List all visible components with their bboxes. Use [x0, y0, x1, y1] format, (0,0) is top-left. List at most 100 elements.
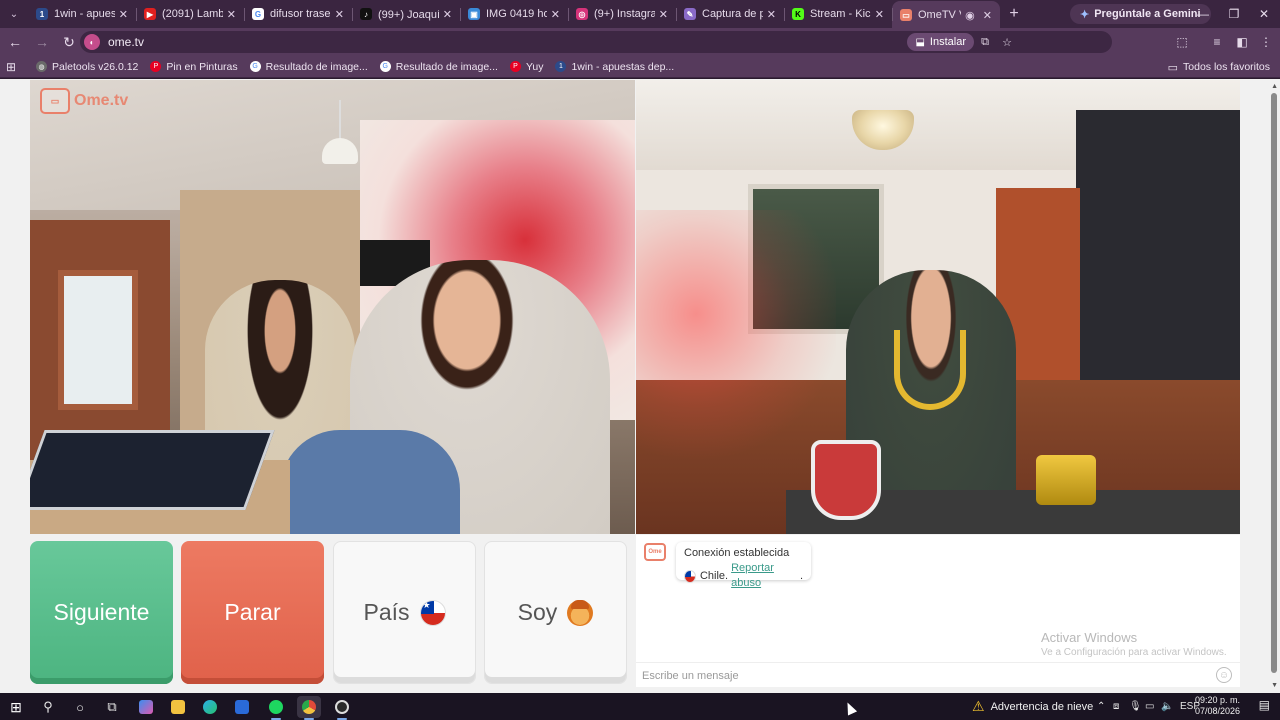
- tab-title: OmeTV Vide: [918, 9, 961, 21]
- new-tab-icon[interactable]: +: [1002, 5, 1026, 23]
- tab-title: Captura de panta: [702, 8, 763, 20]
- media-icon[interactable]: ≡: [1205, 30, 1229, 54]
- tab-ibb[interactable]: ▣ IMG 0419 hostec ✕: [460, 1, 568, 27]
- ibb-icon: ▣: [468, 8, 480, 20]
- page-scrollbar[interactable]: ▲ ▼: [1268, 79, 1280, 693]
- close-icon[interactable]: ✕: [443, 8, 452, 21]
- site-info-icon[interactable]: ◐: [84, 34, 100, 50]
- scroll-up-icon[interactable]: ▲: [1271, 83, 1278, 90]
- bookmark-label: Yuy: [525, 60, 544, 73]
- menu-icon[interactable]: ⋮: [1254, 30, 1278, 54]
- volume-icon[interactable]: 🔈: [1161, 693, 1173, 720]
- spotify-icon[interactable]: [264, 696, 288, 720]
- tab-instagram[interactable]: ◎ (9+) Instagram ✕: [568, 1, 676, 27]
- obs-icon[interactable]: [330, 696, 354, 720]
- system-message: Conexión establecida Chile. Reportar abu…: [676, 542, 811, 589]
- forward-icon[interactable]: →: [30, 30, 54, 54]
- restore-icon[interactable]: ❐: [1218, 0, 1250, 28]
- apps-grid-icon[interactable]: ⊞: [6, 60, 24, 74]
- edge-icon[interactable]: [198, 696, 222, 718]
- close-icon[interactable]: ✕: [767, 8, 776, 21]
- tab-tiktok[interactable]: ♪ (99+) Joaquín 🙏 ✕: [352, 1, 460, 27]
- stop-button[interactable]: Parar: [181, 541, 324, 684]
- copilot-icon[interactable]: [134, 696, 158, 718]
- tray-app-icon[interactable]: ⧈: [1113, 693, 1119, 720]
- url-text[interactable]: ome.tv: [108, 35, 144, 49]
- bookmark-star-icon[interactable]: ☆: [996, 31, 1018, 53]
- task-view-icon[interactable]: ⧉: [100, 696, 124, 718]
- close-icon[interactable]: ✕: [119, 8, 128, 21]
- gender-button[interactable]: Soy: [484, 541, 627, 684]
- file-explorer-icon[interactable]: [166, 696, 190, 718]
- address-bar[interactable]: ◐ ome.tv ⧉ ☆ ⬓ Instalar: [80, 31, 1112, 53]
- country-button[interactable]: País: [333, 541, 476, 684]
- report-abuse-link[interactable]: Reportar abuso: [731, 561, 800, 591]
- bookmark-label: Resultado de image...: [265, 60, 368, 73]
- stop-label: Parar: [224, 599, 281, 625]
- close-icon[interactable]: ✕: [335, 8, 344, 21]
- tab-captura[interactable]: ✎ Captura de panta ✕: [676, 1, 784, 27]
- close-icon[interactable]: ✕: [983, 9, 992, 22]
- window-close-icon[interactable]: ✕: [1248, 0, 1280, 28]
- tab-1win[interactable]: 1 1win - apuestas d ✕: [28, 1, 136, 27]
- store-icon[interactable]: [230, 696, 254, 718]
- bookmark-item[interactable]: G Resultado de image...: [379, 61, 498, 73]
- gemini-label: Pregúntale a Gemini: [1094, 8, 1201, 20]
- windows-start-icon[interactable]: ⊞: [4, 696, 28, 718]
- notification-icon[interactable]: ▤: [1259, 698, 1270, 712]
- tab-search-icon[interactable]: ⌄: [4, 4, 24, 24]
- cortana-icon[interactable]: ○: [68, 696, 92, 718]
- tab-google[interactable]: Gdifusor trasero a ✕: [244, 1, 352, 27]
- record-icon: ◉: [965, 9, 975, 22]
- close-icon[interactable]: ✕: [551, 8, 560, 21]
- tray-chevron-icon[interactable]: ⌃: [1097, 693, 1105, 720]
- tab-ometv[interactable]: ▭ OmeTV Vide ◉ ✕: [892, 1, 1000, 29]
- bookmarks-bar: ⊞ ◍ Paletools v26.0.12 P Pin en Pinturas G…: [0, 56, 1280, 78]
- tab-title: (9+) Instagram: [594, 8, 655, 20]
- google-icon: G: [249, 61, 261, 72]
- video-scene: [811, 440, 881, 520]
- gender-label: Soy: [517, 599, 558, 625]
- extensions-icon[interactable]: ⬚: [1170, 30, 1194, 54]
- scroll-down-icon[interactable]: ▼: [1271, 682, 1278, 689]
- scroll-thumb[interactable]: [1271, 93, 1277, 673]
- reload-icon[interactable]: ↻: [57, 30, 81, 54]
- emoji-icon[interactable]: ☺: [1216, 667, 1232, 683]
- weather-widget[interactable]: ⚠ Advertencia de nieve: [972, 693, 1093, 720]
- translate-icon[interactable]: ⧉: [974, 31, 996, 53]
- all-favorites-label: Todos los favoritos: [1183, 61, 1270, 73]
- close-icon[interactable]: ✕: [875, 8, 884, 21]
- close-icon[interactable]: ✕: [659, 8, 668, 21]
- tab-kick[interactable]: K Stream - Kick Da ✕: [784, 1, 892, 27]
- search-icon[interactable]: ⚲: [36, 696, 60, 718]
- close-icon[interactable]: ✕: [227, 8, 236, 21]
- profile-avatar[interactable]: ◧: [1230, 30, 1254, 54]
- ometv-icon: ▭: [900, 9, 912, 21]
- bookmark-item[interactable]: G Resultado de image...: [249, 60, 368, 73]
- connection-status: Conexión establecida: [684, 547, 790, 559]
- ometv-chat-icon: Ome: [644, 543, 666, 561]
- bookmark-item[interactable]: P Pin en Pinturas: [150, 61, 238, 73]
- back-icon[interactable]: ←: [3, 30, 27, 54]
- bookmark-item[interactable]: 1 1win - apuestas dep...: [555, 61, 674, 73]
- tab-youtube[interactable]: ▶ (2091) Lamborgh ✕: [136, 1, 244, 27]
- bookmark-item[interactable]: P Yuy: [509, 60, 544, 73]
- tiktok-icon: ♪: [360, 8, 372, 20]
- tab-list: 1 1win - apuestas d ✕ ▶ (2091) Lamborgh ✕ Gd…: [28, 0, 1000, 29]
- message-input[interactable]: [642, 667, 1202, 685]
- clock[interactable]: 09:20 p. m. 07/08/2026: [1195, 695, 1240, 717]
- country-name: Chile.: [699, 569, 729, 582]
- video-scene: [280, 430, 460, 534]
- tab-title: 1win - apuestas d: [54, 8, 115, 20]
- all-favorites-button[interactable]: ▭ Todos los favoritos: [1168, 56, 1270, 78]
- warning-icon: ⚠: [972, 698, 985, 714]
- globe-icon: ◍: [36, 61, 47, 72]
- network-icon[interactable]: ▭: [1145, 693, 1154, 720]
- bookmark-item[interactable]: ◍ Paletools v26.0.12: [36, 61, 138, 73]
- instagram-icon: ◎: [576, 8, 588, 20]
- minimize-icon[interactable]: —: [1187, 0, 1219, 28]
- microphone-icon[interactable]: 🎙: [1129, 693, 1142, 720]
- install-button[interactable]: ⬓ Instalar: [907, 33, 974, 51]
- chrome-icon[interactable]: [297, 696, 321, 720]
- next-button[interactable]: Siguiente: [30, 541, 173, 684]
